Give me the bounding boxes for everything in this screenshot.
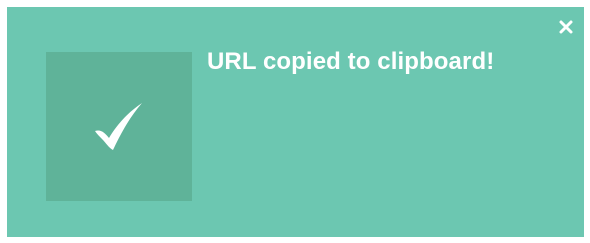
success-icon-container <box>46 52 192 201</box>
close-icon <box>559 20 573 34</box>
checkmark-icon <box>95 103 142 150</box>
copy-success-toast: URL copied to clipboard! <box>7 7 584 237</box>
close-button[interactable] <box>554 15 578 39</box>
toast-message: URL copied to clipboard! <box>207 48 495 75</box>
page: URL copied to clipboard! <box>0 0 590 243</box>
